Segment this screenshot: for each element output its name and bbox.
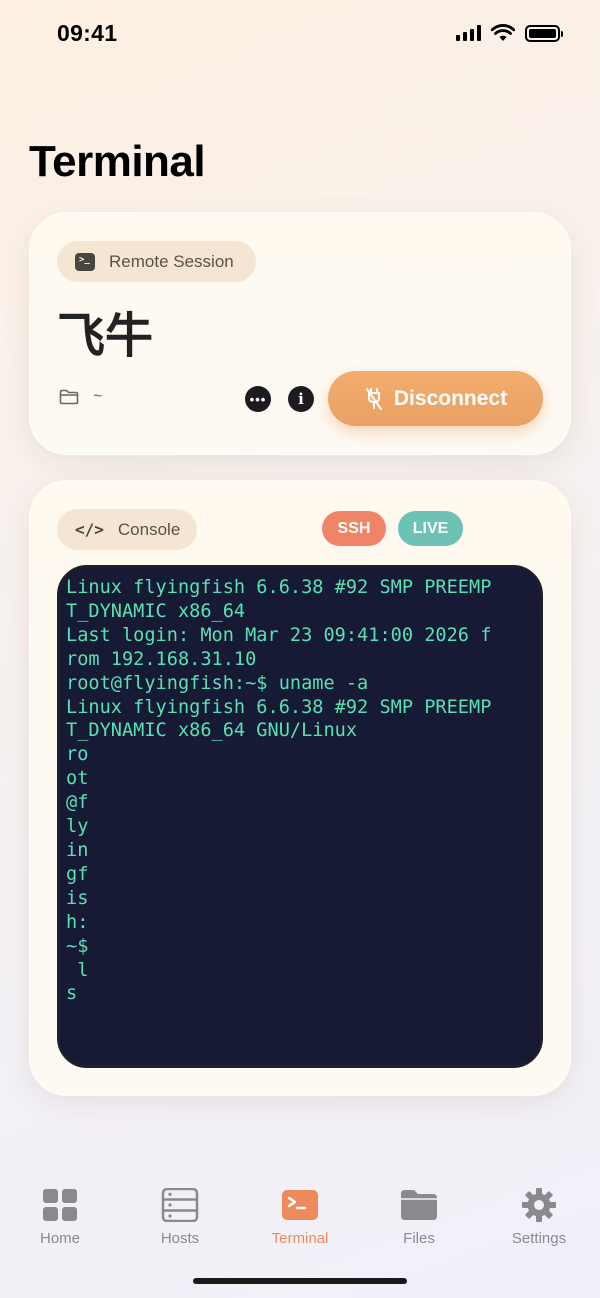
tab-label: Settings <box>511 1230 567 1247</box>
terminal-line: Linux flyingfish 6.6.38 #92 SMP PREEMP <box>66 696 492 718</box>
terminal-line: ot <box>66 768 89 790</box>
console-card: </> Console SSH LIVE Linux flyingfish 6.… <box>29 480 571 1096</box>
remote-session-label: Remote Session <box>109 251 234 271</box>
console-chip: </> Console <box>57 509 197 550</box>
terminal-line: ro <box>66 744 89 766</box>
terminal-line: T_DYNAMIC x86_64 <box>66 600 246 622</box>
terminal-line: ly <box>66 816 89 838</box>
terminal-line: rom 192.168.31.10 <box>66 648 257 670</box>
path-text: ~ <box>93 388 103 405</box>
terminal-line: Last login: Mon Mar 23 09:41:00 2026 f <box>66 624 492 646</box>
terminal-output[interactable]: Linux flyingfish 6.6.38 #92 SMP PREEMP T_… <box>57 565 543 1068</box>
info-icon[interactable]: i <box>288 386 314 412</box>
disconnect-plug-icon <box>365 387 382 410</box>
terminal-line: h: <box>66 911 89 933</box>
terminal-line: @f <box>66 792 89 814</box>
page-title: Terminal <box>29 137 206 186</box>
tab-bar: Home Hosts Terminal Files Settings <box>0 1180 600 1260</box>
grid-icon <box>43 1189 77 1221</box>
status-time: 09:41 <box>57 20 118 46</box>
disconnect-label: Disconnect <box>393 386 508 410</box>
more-options-icon[interactable]: ••• <box>245 386 271 412</box>
terminal-lines: Linux flyingfish 6.6.38 #92 SMP PREEMP T_… <box>66 576 536 1006</box>
tab-settings[interactable]: Settings <box>489 1188 589 1247</box>
ssh-badge: SSH <box>322 511 386 546</box>
terminal-icon <box>282 1190 318 1220</box>
tab-home[interactable]: Home <box>10 1188 110 1247</box>
folder-icon <box>59 389 79 405</box>
status-icons <box>456 24 563 42</box>
wifi-icon <box>491 24 515 41</box>
disconnect-button[interactable]: Disconnect <box>328 371 543 426</box>
tab-hosts[interactable]: Hosts <box>130 1188 230 1247</box>
code-icon: </> <box>75 520 104 539</box>
terminal-line: Linux flyingfish 6.6.38 #92 SMP PREEMP <box>66 577 492 598</box>
home-indicator <box>193 1278 407 1284</box>
tab-label: Home <box>39 1230 80 1247</box>
server-icon <box>161 1188 199 1222</box>
host-name: 飞牛 <box>57 308 154 364</box>
status-bar: 09:41 <box>0 0 600 70</box>
terminal-line: l <box>66 959 89 981</box>
terminal-line: T_DYNAMIC x86_64 GNU/Linux <box>66 720 358 742</box>
console-label: Console <box>117 519 181 539</box>
terminal-line: is <box>66 887 89 909</box>
session-card: >_ Remote Session 飞牛 ~ ••• i Disconnect <box>29 212 571 455</box>
folder-icon <box>401 1190 437 1220</box>
terminal-line: s <box>66 983 78 1005</box>
live-badge: LIVE <box>398 511 463 546</box>
tab-label: Terminal <box>271 1230 329 1247</box>
terminal-line: ~$ <box>66 935 89 957</box>
tab-files[interactable]: Files <box>369 1188 469 1247</box>
tab-label: Files <box>403 1230 435 1247</box>
battery-icon <box>525 24 563 42</box>
remote-session-chip: >_ Remote Session <box>57 241 256 282</box>
terminal-line: in <box>66 839 89 861</box>
terminal-line: root@flyingfish:~$ uname -a <box>66 672 369 694</box>
gear-icon <box>522 1188 556 1222</box>
cellular-signal-icon <box>456 25 481 41</box>
terminal-line: gf <box>66 863 89 885</box>
tab-label: Hosts <box>160 1230 200 1247</box>
terminal-prompt-icon: >_ <box>75 252 95 271</box>
current-path: ~ <box>59 388 102 406</box>
tab-terminal[interactable]: Terminal <box>250 1188 350 1247</box>
